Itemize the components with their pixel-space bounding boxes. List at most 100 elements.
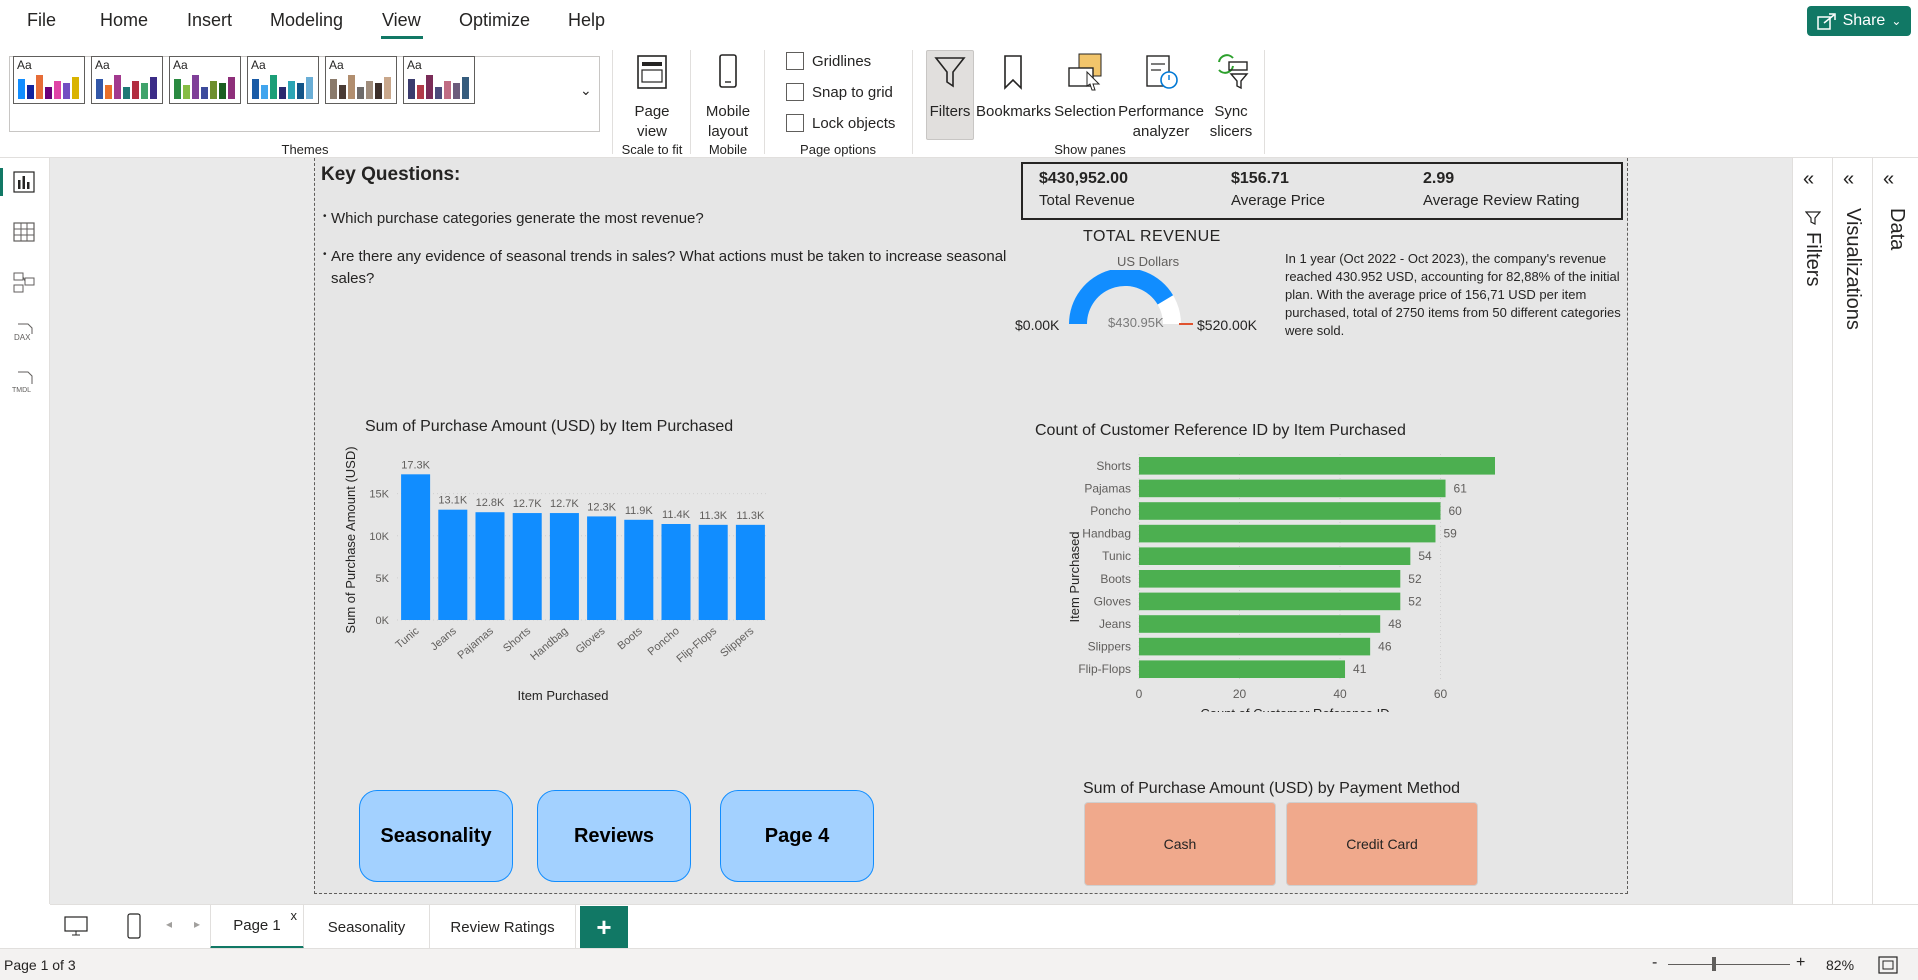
data-pane[interactable]: « Data — [1872, 158, 1918, 904]
page-tab-seasonality[interactable]: Seasonality — [304, 905, 430, 949]
expand-visualizations-icon[interactable]: « — [1843, 168, 1854, 191]
bar[interactable] — [1139, 615, 1381, 633]
page-tab-page-1[interactable]: Page 1 x — [210, 905, 304, 949]
page4-nav-button[interactable]: Page 4 — [720, 790, 874, 882]
model-view-icon[interactable] — [12, 270, 36, 294]
theme-thumbnail[interactable]: Aa — [91, 56, 163, 104]
visualizations-pane[interactable]: « Visualizations — [1832, 158, 1872, 904]
payment-cash-tile[interactable]: Cash — [1084, 802, 1276, 886]
theme-thumbnail[interactable]: Aa — [13, 56, 85, 104]
bar-data-label: 52 — [1408, 594, 1422, 608]
bar[interactable] — [1139, 547, 1411, 565]
bar[interactable] — [587, 516, 617, 620]
active-menu-indicator — [381, 36, 423, 39]
sync-slicers-button[interactable]: Sync slicers — [1204, 52, 1258, 142]
page-view-button[interactable]: Page view — [620, 52, 684, 142]
x-tick-label: Pajamas — [455, 625, 496, 662]
add-page-button[interactable]: + — [580, 906, 628, 948]
bar[interactable] — [1139, 479, 1446, 498]
table-view-icon[interactable] — [12, 220, 36, 244]
zoom-out-button[interactable]: - — [1652, 954, 1657, 972]
snap-to-grid-label: Snap to grid — [812, 83, 893, 101]
x-tick-label: 0 — [1136, 687, 1143, 701]
bar[interactable] — [549, 513, 579, 620]
bar[interactable] — [1139, 457, 1495, 475]
bar[interactable] — [661, 524, 691, 620]
zoom-slider-track[interactable] — [1668, 964, 1790, 965]
ribbon: Aa Aa Aa Aa Aa Aa ⌄ Themes Page view Scale to… — [0, 42, 1918, 198]
bar[interactable] — [438, 509, 468, 620]
theme-swatch — [348, 75, 355, 99]
theme-thumbnail[interactable]: Aa — [403, 56, 475, 104]
checkbox-icon — [786, 114, 804, 132]
prev-page-icon[interactable]: ◂ — [166, 917, 172, 931]
menu-optimize[interactable]: Optimize — [459, 10, 530, 31]
bar[interactable] — [1139, 637, 1371, 656]
y-tick-label: Gloves — [1094, 594, 1131, 608]
filters-pane-button[interactable]: Filters — [926, 52, 974, 122]
expand-filters-icon[interactable]: « — [1803, 168, 1814, 191]
menu-view[interactable]: View — [382, 10, 421, 31]
fit-to-page-icon[interactable] — [1878, 956, 1898, 974]
filters-pane[interactable]: « Filters — [1792, 158, 1832, 904]
theme-thumbnail[interactable]: Aa — [325, 56, 397, 104]
chart-title: Sum of Purchase Amount (USD) by Item Pur… — [365, 418, 734, 435]
next-page-icon[interactable]: ▸ — [194, 917, 200, 931]
bar[interactable] — [1139, 524, 1436, 543]
page-tab-review-ratings[interactable]: Review Ratings — [430, 905, 576, 949]
report-view-icon[interactable] — [12, 170, 36, 194]
kpi-card[interactable]: $430,952.00 Total Revenue $156.71 Averag… — [1021, 162, 1623, 220]
bar[interactable] — [1139, 592, 1401, 611]
bar[interactable] — [512, 513, 542, 620]
lock-objects-checkbox[interactable]: Lock objects — [786, 114, 895, 132]
y-tick-label: 0K — [376, 615, 390, 627]
purchase-amount-bar-chart[interactable]: 0K 5K 10K 15K 17.3K Tunic 13.1K Jeans 12.8K Pajam… — [345, 438, 785, 708]
theme-swatch — [426, 75, 433, 99]
bar[interactable] — [475, 512, 505, 620]
theme-swatch — [114, 75, 121, 99]
bar[interactable] — [1139, 502, 1441, 520]
bar[interactable] — [1139, 660, 1346, 678]
share-button[interactable]: Share ⌄ — [1807, 6, 1911, 36]
theme-swatch — [96, 79, 103, 99]
selection-pane-button[interactable]: Selection — [1052, 52, 1118, 122]
bar[interactable] — [401, 474, 431, 620]
bar[interactable] — [698, 524, 728, 620]
menu-home[interactable]: Home — [100, 10, 148, 31]
mobile-layout-button[interactable]: Mobile layout — [696, 52, 760, 142]
menu-insert[interactable]: Insert — [187, 10, 232, 31]
menu-help[interactable]: Help — [568, 10, 605, 31]
customer-count-bar-chart[interactable]: 0204060Shorts74Pajamas61Poncho60Handbag5… — [1015, 438, 1495, 712]
mobile-layout-icon[interactable] — [126, 913, 142, 939]
seasonality-nav-button[interactable]: Seasonality — [359, 790, 513, 882]
expand-data-icon[interactable]: « — [1883, 168, 1894, 191]
kpi-label: Average Review Rating — [1423, 192, 1580, 209]
dax-query-view-icon[interactable]: DAX — [12, 320, 36, 344]
menu-file[interactable]: File — [27, 10, 56, 31]
bar[interactable] — [1139, 570, 1401, 588]
close-tab-icon[interactable]: x — [291, 908, 298, 923]
reviews-nav-button[interactable]: Reviews — [537, 790, 691, 882]
bar-data-label: 11.3K — [736, 510, 765, 522]
y-tick-label: Shorts — [1096, 459, 1131, 473]
bookmarks-pane-button[interactable]: Bookmarks — [976, 52, 1051, 122]
revenue-gauge[interactable]: $0.00K $520.00K $430.95K — [1015, 270, 1285, 360]
theme-thumbnail[interactable]: Aa — [247, 56, 319, 104]
bar[interactable] — [624, 519, 654, 620]
tmdl-view-icon[interactable]: TMDL — [12, 370, 36, 394]
bar[interactable] — [735, 524, 765, 620]
bar-data-label: 11.3K — [699, 510, 728, 522]
x-tick-label: Flip-Flops — [674, 625, 719, 666]
zoom-in-button[interactable]: + — [1796, 954, 1805, 972]
desktop-layout-icon[interactable] — [64, 915, 88, 937]
theme-thumbnail[interactable]: Aa — [169, 56, 241, 104]
visualizations-pane-title: Visualizations — [1842, 208, 1864, 330]
zoom-slider-thumb[interactable] — [1712, 957, 1716, 971]
question-item: Are there any evidence of seasonal trend… — [323, 244, 1011, 290]
snap-to-grid-checkbox[interactable]: Snap to grid — [786, 83, 893, 101]
themes-expand-icon[interactable]: ⌄ — [580, 82, 592, 99]
menu-modeling[interactable]: Modeling — [270, 10, 343, 31]
performance-analyzer-button[interactable]: Performance analyzer — [1118, 52, 1204, 142]
payment-credit-card-tile[interactable]: Credit Card — [1286, 802, 1478, 886]
gridlines-checkbox[interactable]: Gridlines — [786, 52, 871, 70]
